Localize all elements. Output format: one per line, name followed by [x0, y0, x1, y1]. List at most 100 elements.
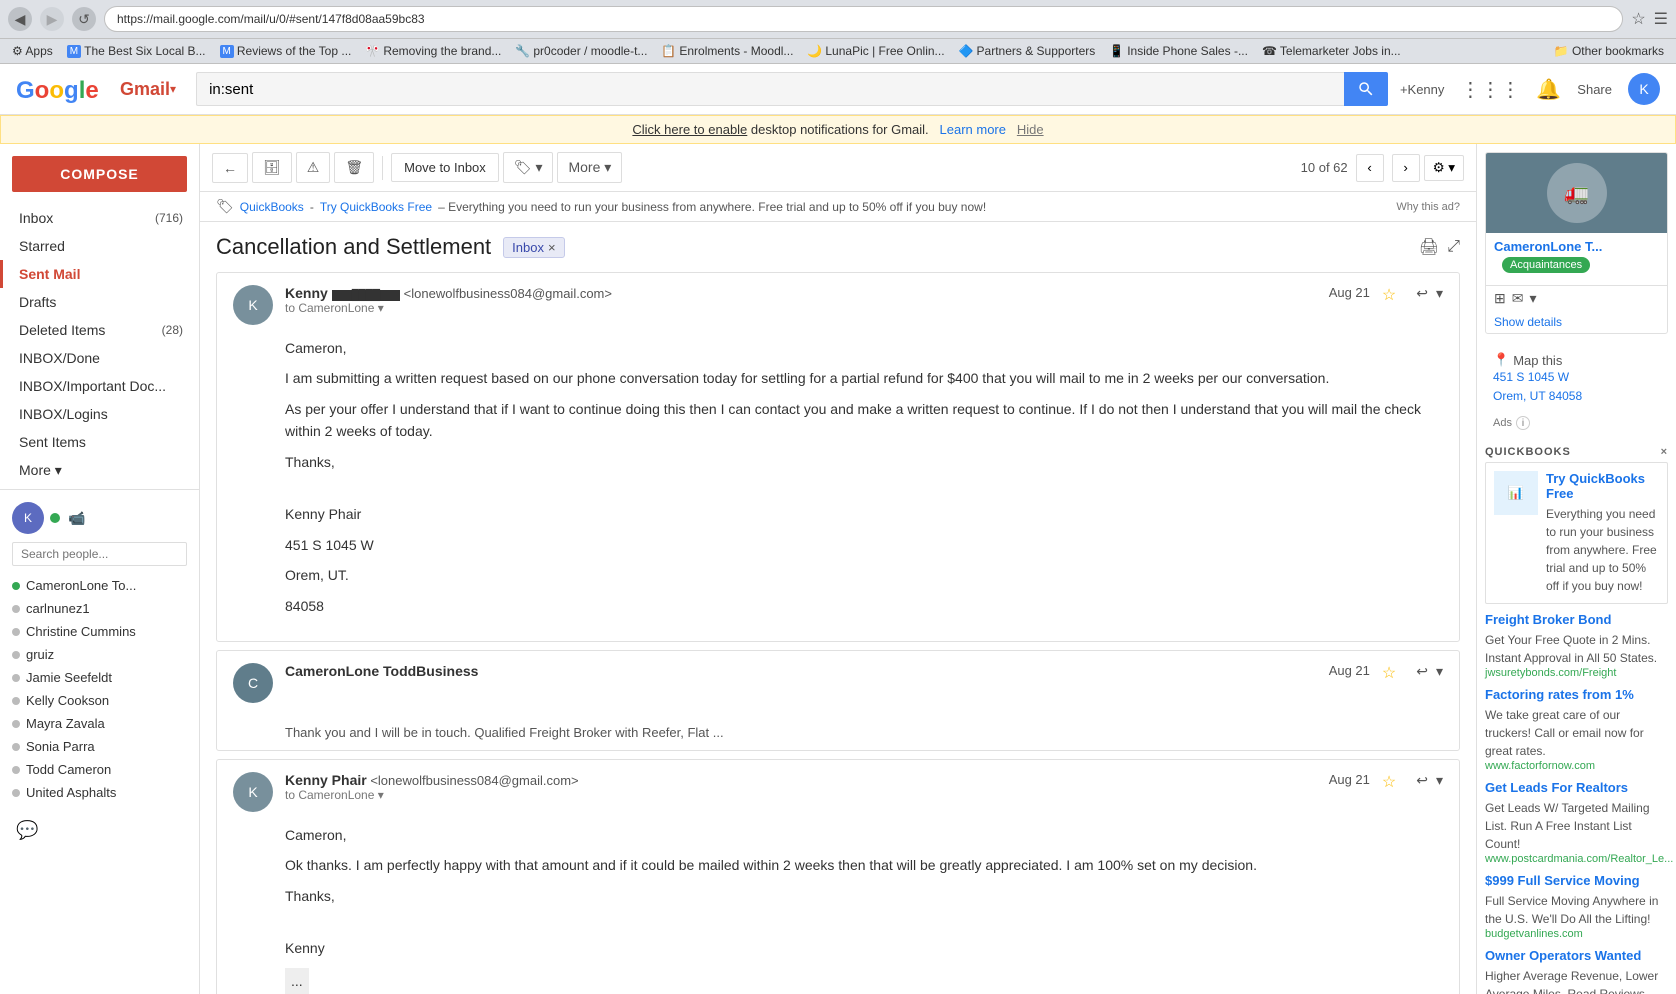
more-action-btn-3[interactable]: ▾ [1436, 772, 1443, 789]
archive-button[interactable]: 🗄 [252, 152, 292, 183]
refresh-button[interactable]: ↺ [72, 7, 96, 31]
reply-button-2[interactable]: ↩ [1416, 663, 1428, 680]
move-to-inbox-button[interactable]: Move to Inbox [391, 153, 499, 182]
contact-grid-icon[interactable]: ⊞ [1494, 290, 1506, 307]
compose-button[interactable]: COMPOSE [12, 156, 187, 192]
prev-page-button[interactable]: ‹ [1356, 154, 1384, 182]
bookmark-4[interactable]: 🔧 pr0coder / moodle-t... [511, 42, 651, 60]
chat-icon[interactable]: 💬 [0, 812, 199, 849]
people-item-jamie[interactable]: Jamie Seefeldt [12, 666, 187, 689]
back-button[interactable]: ◀ [8, 7, 32, 31]
sidebar-item-inbox[interactable]: Inbox (716) [0, 204, 199, 232]
star-button-2[interactable]: ☆ [1382, 663, 1396, 683]
ad-sponsor-link[interactable]: QuickBooks [240, 200, 304, 214]
labels-button[interactable]: 🏷 ▾ [503, 152, 554, 183]
settings-button[interactable]: ⚙ ▾ [1424, 155, 1464, 181]
search-button[interactable] [1344, 72, 1388, 106]
reply-button-1[interactable]: ↩ [1416, 285, 1428, 302]
gmail-label[interactable]: Gmail [120, 79, 170, 100]
people-item-kelly[interactable]: Kelly Cookson [12, 689, 187, 712]
notification-bell-icon[interactable]: 🔔 [1536, 77, 1561, 102]
enable-notifications-link[interactable]: Click here to enable [632, 122, 747, 137]
star-button-1[interactable]: ☆ [1382, 285, 1396, 305]
contact-email-icon[interactable]: ✉ [1512, 290, 1524, 307]
map-address[interactable]: 451 S 1045 W Orem, UT 84058 [1493, 368, 1660, 406]
people-item-christine[interactable]: Christine Cummins [12, 620, 187, 643]
ads-info-icon[interactable]: i [1516, 416, 1530, 430]
gmail-dropdown-icon[interactable]: ▾ [170, 82, 176, 96]
reply-button-3[interactable]: ↩ [1416, 772, 1428, 789]
contact-name[interactable]: CameronLone T... [1486, 233, 1667, 256]
people-item-united[interactable]: United Asphalts [12, 781, 187, 804]
more-action-btn-2[interactable]: ▾ [1436, 663, 1443, 680]
bookmark-5[interactable]: 📋 Enrolments - Moodl... [657, 42, 797, 60]
address-bar[interactable] [104, 6, 1623, 32]
sidebar-item-more[interactable]: More ▾ [0, 456, 199, 485]
bookmark-1[interactable]: M The Best Six Local B... [63, 42, 210, 60]
contact-dropdown-icon[interactable]: ▾ [1529, 290, 1536, 307]
next-page-button[interactable]: › [1392, 154, 1420, 182]
people-item-todd[interactable]: Todd Cameron [12, 758, 187, 781]
ad2-title[interactable]: Freight Broker Bond [1485, 612, 1668, 627]
to-dropdown-icon-1[interactable]: ▾ [378, 301, 384, 315]
people-item-sonia[interactable]: Sonia Parra [12, 735, 187, 758]
more-button[interactable]: More ▾ [557, 152, 622, 183]
bookmark-2[interactable]: M Reviews of the Top ... [216, 42, 356, 60]
bookmark-8[interactable]: 📱 Inside Phone Sales -... [1105, 42, 1252, 60]
people-search-input[interactable] [12, 542, 187, 566]
message-header-2[interactable]: C CameronLone ToddBusiness Aug 21 ☆ ↩ ▾ [217, 651, 1459, 715]
ad1-title[interactable]: Try QuickBooks Free [1546, 471, 1659, 501]
user-avatar[interactable]: K [1628, 73, 1660, 105]
people-item-cameron[interactable]: CameronLone To... [12, 574, 187, 597]
ad4-link[interactable]: www.postcardmania.com/Realtor_Le... [1485, 853, 1668, 865]
forward-button[interactable]: ▶ [40, 7, 64, 31]
report-spam-button[interactable]: ⚠ [296, 152, 331, 183]
show-details-link[interactable]: Show details [1486, 311, 1667, 333]
ad6-title[interactable]: Owner Operators Wanted [1485, 948, 1668, 963]
to-dropdown-icon-3[interactable]: ▾ [378, 788, 384, 802]
bookmark-9[interactable]: ☎ Telemarketer Jobs in... [1258, 42, 1405, 60]
bookmark-7[interactable]: 🔷 Partners & Supporters [955, 42, 1100, 60]
people-item-gruiz[interactable]: gruiz [12, 643, 187, 666]
ad3-link[interactable]: www.factorfornow.com [1485, 760, 1668, 772]
sidebar-item-deleted[interactable]: Deleted Items (28) [0, 316, 199, 344]
star-icon[interactable]: ☆ [1631, 9, 1645, 29]
ad2-link[interactable]: jwsuretybonds.com/Freight [1485, 667, 1668, 679]
sidebar-item-sent-items[interactable]: Sent Items [0, 428, 199, 456]
sidebar-item-inbox-logins[interactable]: INBOX/Logins [0, 400, 199, 428]
inbox-badge-close[interactable]: × [548, 240, 556, 255]
sidebar-item-sent-mail[interactable]: Sent Mail [0, 260, 199, 288]
people-item-mayra[interactable]: Mayra Zavala [12, 712, 187, 735]
share-button[interactable]: Share [1577, 82, 1612, 97]
browser-menu-icon[interactable]: ☰ [1654, 9, 1668, 29]
sidebar-item-inbox-important[interactable]: INBOX/Important Doc... [0, 372, 199, 400]
why-ad-link[interactable]: Why this ad? [1396, 201, 1460, 213]
video-icon[interactable]: 📹 [68, 510, 85, 527]
people-item-carlnunez[interactable]: carlnunez1 [12, 597, 187, 620]
bookmark-3[interactable]: 🎌 Removing the brand... [361, 42, 505, 60]
bookmark-apps[interactable]: ⚙ Apps [8, 42, 57, 60]
delete-button[interactable]: 🗑 [334, 152, 374, 183]
hide-notification-link[interactable]: Hide [1017, 122, 1044, 137]
more-action-btn-1[interactable]: ▾ [1436, 285, 1443, 302]
header-user[interactable]: +Kenny [1400, 82, 1444, 97]
search-input[interactable] [196, 72, 1344, 106]
ad4-title[interactable]: Get Leads For Realtors [1485, 780, 1668, 795]
star-button-3[interactable]: ☆ [1382, 772, 1396, 792]
sidebar-item-drafts[interactable]: Drafts [0, 288, 199, 316]
avatar-2: C [233, 663, 273, 703]
print-button[interactable]: 🖨 [1419, 237, 1439, 257]
sidebar-item-starred[interactable]: Starred [0, 232, 199, 260]
ad-cta-link[interactable]: Try QuickBooks Free [320, 200, 432, 214]
sidebar-item-inbox-done[interactable]: INBOX/Done [0, 344, 199, 372]
ad3-title[interactable]: Factoring rates from 1% [1485, 687, 1668, 702]
bookmark-6[interactable]: 🌙 LunaPic | Free Onlin... [803, 42, 948, 60]
back-to-list-button[interactable]: ← [212, 153, 248, 183]
learn-more-link[interactable]: Learn more [940, 122, 1006, 137]
ad5-title[interactable]: $999 Full Service Moving [1485, 873, 1668, 888]
bookmark-other[interactable]: 📁 Other bookmarks [1550, 42, 1668, 60]
ads-close-button[interactable]: × [1661, 446, 1668, 458]
expand-button[interactable]: ⤢ [1447, 237, 1460, 257]
grid-icon[interactable]: ⋮⋮⋮ [1460, 77, 1520, 102]
ad5-link[interactable]: budgetvanlines.com [1485, 928, 1668, 940]
